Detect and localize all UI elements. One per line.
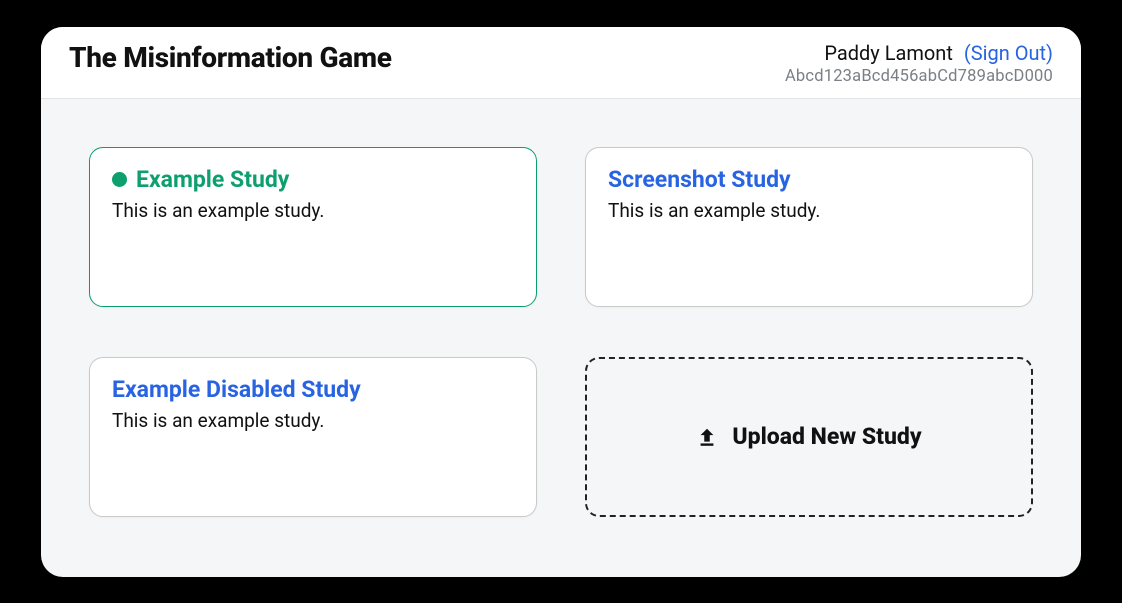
card-title: Example Disabled Study bbox=[112, 376, 361, 403]
study-card[interactable]: Screenshot Study This is an example stud… bbox=[585, 147, 1033, 307]
upload-label: Upload New Study bbox=[732, 423, 921, 450]
card-title-row: Screenshot Study bbox=[608, 166, 1010, 193]
card-title-row: Example Study bbox=[112, 166, 514, 193]
content: Example Study This is an example study. … bbox=[41, 99, 1081, 577]
card-description: This is an example study. bbox=[608, 199, 1010, 222]
user-name: Paddy Lamont bbox=[824, 41, 953, 65]
upload-new-study-button[interactable]: Upload New Study bbox=[585, 357, 1033, 517]
upload-icon bbox=[696, 426, 718, 448]
card-description: This is an example study. bbox=[112, 199, 514, 222]
study-card-active[interactable]: Example Study This is an example study. bbox=[89, 147, 537, 307]
card-title: Screenshot Study bbox=[608, 166, 791, 193]
user-id: Abcd123aBcd456abCd789abcD000 bbox=[785, 67, 1053, 86]
card-title: Example Study bbox=[136, 166, 289, 193]
card-title-row: Example Disabled Study bbox=[112, 376, 514, 403]
header-right: Paddy Lamont (Sign Out) Abcd123aBcd456ab… bbox=[785, 41, 1053, 86]
card-description: This is an example study. bbox=[112, 409, 514, 432]
user-line: Paddy Lamont (Sign Out) bbox=[785, 41, 1053, 65]
study-card[interactable]: Example Disabled Study This is an exampl… bbox=[89, 357, 537, 517]
sign-out-link[interactable]: (Sign Out) bbox=[964, 41, 1053, 65]
app-window: The Misinformation Game Paddy Lamont (Si… bbox=[41, 27, 1081, 577]
study-grid: Example Study This is an example study. … bbox=[89, 147, 1033, 517]
status-dot-icon bbox=[112, 172, 127, 187]
header: The Misinformation Game Paddy Lamont (Si… bbox=[41, 27, 1081, 99]
app-title: The Misinformation Game bbox=[69, 41, 392, 74]
header-left: The Misinformation Game bbox=[69, 41, 392, 74]
